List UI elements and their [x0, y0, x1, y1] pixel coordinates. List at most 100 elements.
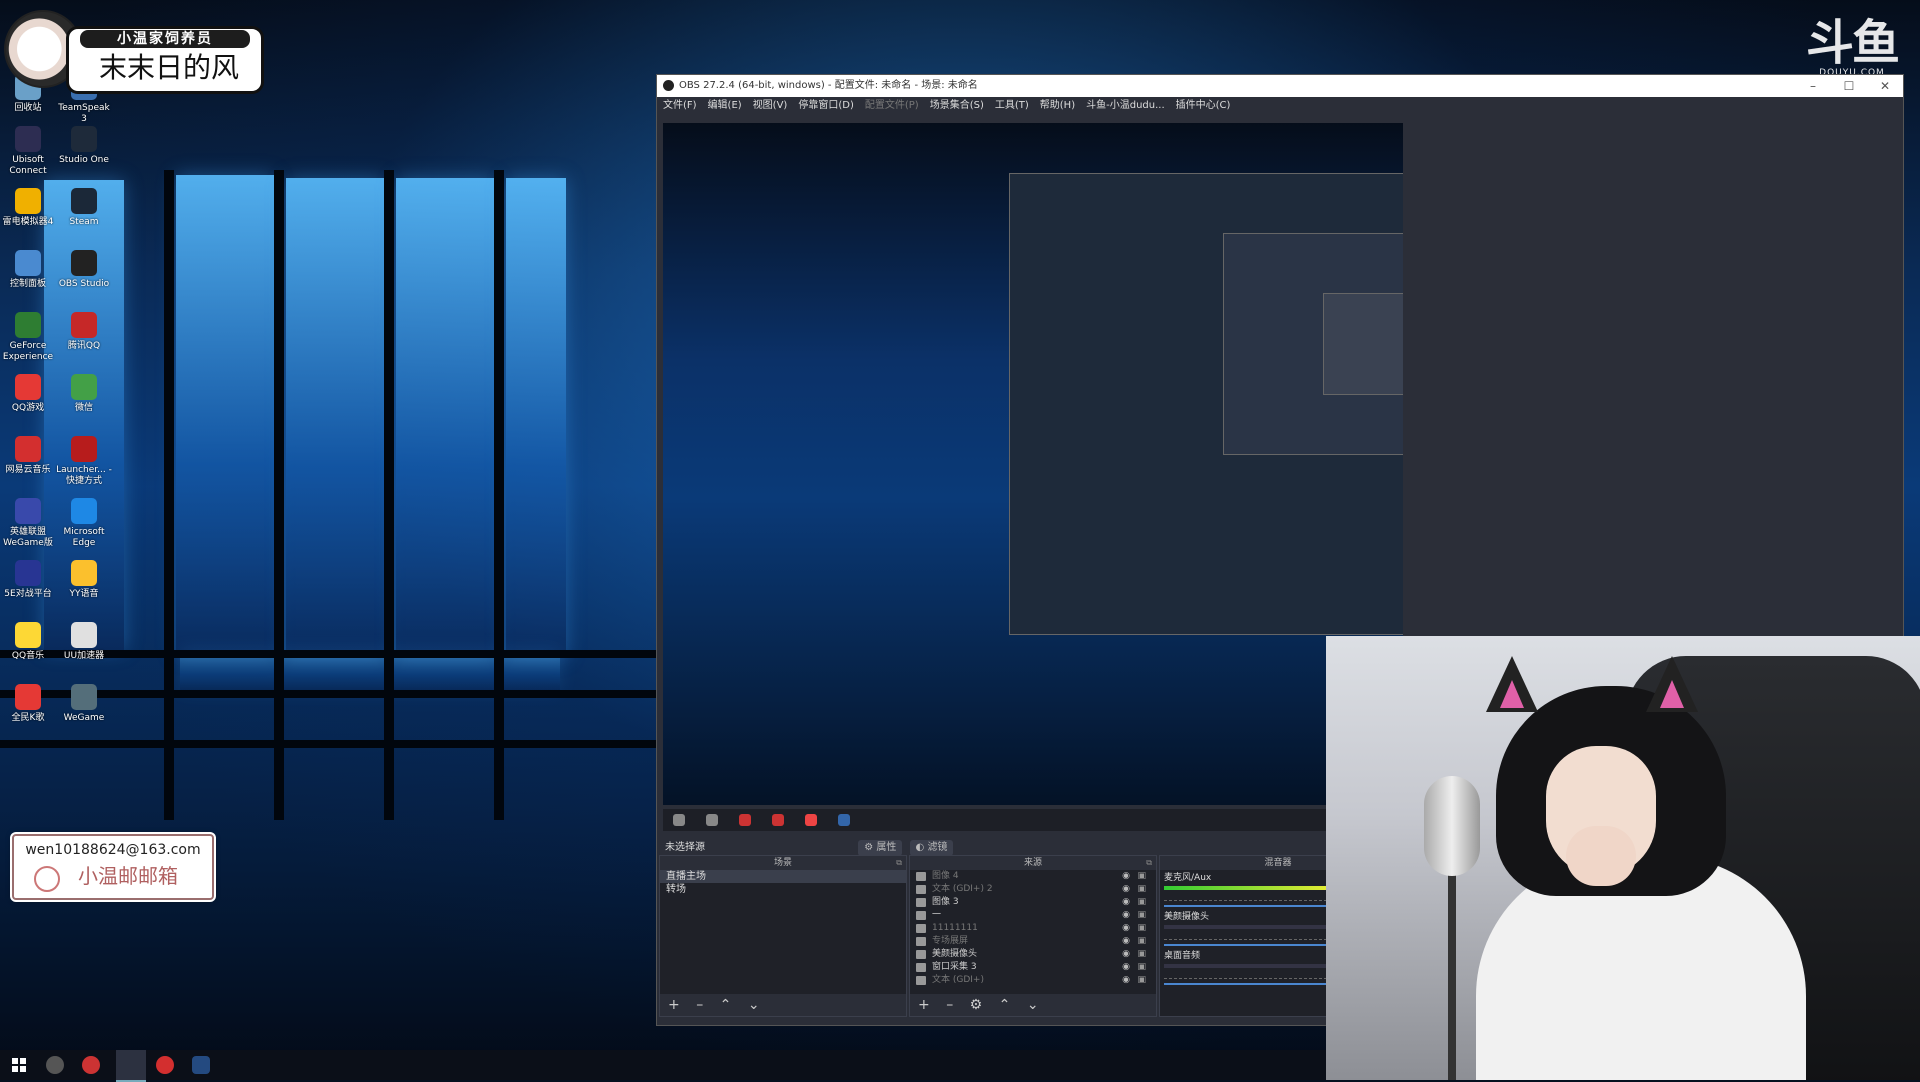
menu-item[interactable]: 工具(T): [995, 100, 1029, 111]
lock-icon[interactable]: ▣: [1137, 935, 1146, 948]
source-item[interactable]: 图像 3 ◉ ▣: [910, 896, 1156, 909]
app-taskbar-icon[interactable]: [82, 1056, 100, 1074]
desktop-icon[interactable]: YY语音: [56, 560, 112, 600]
scene-item[interactable]: 转场: [660, 883, 906, 896]
filters-label: 滤镜: [927, 842, 948, 853]
desktop-icon[interactable]: 网易云音乐: [0, 436, 56, 476]
properties-button[interactable]: ⚙ 属性: [858, 840, 903, 856]
app-icon: [15, 250, 41, 276]
desktop-icon[interactable]: Launcher... - 快捷方式: [56, 436, 112, 487]
toolbar-icon[interactable]: [805, 814, 818, 826]
remove-source-icon[interactable]: –: [946, 997, 953, 1013]
eye-icon[interactable]: ◉: [1122, 896, 1130, 909]
studio-one-taskbar-icon[interactable]: [192, 1056, 210, 1074]
menu-item[interactable]: 斗鱼-小温dudu...: [1086, 100, 1165, 111]
desktop-icon[interactable]: 雷电模拟器4: [0, 188, 56, 228]
desktop-icon[interactable]: 5E对战平台: [0, 560, 56, 600]
lock-icon[interactable]: ▣: [1137, 870, 1146, 883]
filters-button[interactable]: ◐ 滤镜: [909, 840, 954, 856]
desktop-icon[interactable]: Ubisoft Connect: [0, 126, 56, 177]
scene-item[interactable]: 直播主场: [660, 870, 906, 883]
desktop-icon[interactable]: Studio One: [56, 126, 112, 166]
toolbar-icon[interactable]: [673, 814, 685, 826]
lock-icon[interactable]: ▣: [1137, 909, 1146, 922]
lock-icon[interactable]: ▣: [1137, 948, 1146, 961]
toolbar-icon[interactable]: [772, 814, 785, 826]
desktop-icon[interactable]: 腾讯QQ: [56, 312, 112, 352]
desktop-icon[interactable]: 全民K歌: [0, 684, 56, 724]
toolbar-icon[interactable]: [838, 814, 851, 826]
lock-icon[interactable]: ▣: [1137, 961, 1146, 974]
maximize-icon[interactable]: ☐: [1831, 75, 1867, 97]
desktop-icon-label: 网易云音乐: [5, 465, 51, 475]
move-up-icon[interactable]: ⌃: [999, 997, 1011, 1013]
close-icon[interactable]: ✕: [1867, 75, 1903, 97]
move-down-icon[interactable]: ⌄: [1027, 997, 1039, 1013]
source-item[interactable]: 美颜摄像头 ◉ ▣: [910, 948, 1156, 961]
desktop-icon[interactable]: QQ游戏: [0, 374, 56, 414]
desktop-icon-label: 全民K歌: [11, 713, 45, 723]
lock-icon[interactable]: ▣: [1137, 922, 1146, 935]
add-scene-icon[interactable]: +: [668, 997, 680, 1013]
add-source-icon[interactable]: +: [918, 997, 930, 1013]
eye-icon[interactable]: ◉: [1122, 961, 1130, 974]
app-icon: [71, 188, 97, 214]
lock-icon[interactable]: ▣: [1137, 883, 1146, 896]
remove-scene-icon[interactable]: –: [696, 997, 703, 1013]
app-icon: [15, 188, 41, 214]
source-item[interactable]: 窗口采集 3 ◉ ▣: [910, 961, 1156, 974]
desktop-icon[interactable]: UU加速器: [56, 622, 112, 662]
mic-stand: [1448, 866, 1456, 1080]
desktop-icon[interactable]: QQ音乐: [0, 622, 56, 662]
app-icon: [71, 622, 97, 648]
desktop-icon[interactable]: WeGame: [56, 684, 112, 724]
minimize-icon[interactable]: –: [1795, 75, 1831, 97]
lock-icon[interactable]: ▣: [1137, 974, 1146, 987]
source-item[interactable]: 11111111 ◉ ▣: [910, 922, 1156, 935]
menu-item[interactable]: 编辑(E): [708, 100, 742, 111]
obs-taskbar-icon[interactable]: [46, 1056, 64, 1074]
desktop-icon[interactable]: Steam: [56, 188, 112, 228]
menu-item[interactable]: 视图(V): [753, 100, 788, 111]
gear-icon[interactable]: ⚙: [970, 997, 983, 1013]
eye-icon[interactable]: ◉: [1122, 909, 1130, 922]
menu-item[interactable]: 插件中心(C): [1176, 100, 1231, 111]
source-label: 图像 3: [932, 897, 959, 907]
windows-start-icon[interactable]: [10, 1056, 28, 1074]
douyu-logo: 斗鱼 DOUYU.COM: [1806, 18, 1900, 78]
obs-preview[interactable]: [663, 123, 1403, 805]
move-down-icon[interactable]: ⌄: [748, 997, 760, 1013]
source-item[interactable]: 文本 (GDI+) 2 ◉ ▣: [910, 883, 1156, 896]
pin-icon[interactable]: ⧉: [1146, 856, 1152, 870]
eye-icon[interactable]: ◉: [1122, 870, 1130, 883]
menu-item[interactable]: 文件(F): [663, 100, 697, 111]
source-item[interactable]: 一 ◉ ▣: [910, 909, 1156, 922]
menu-item[interactable]: 停靠窗口(D): [798, 100, 854, 111]
desktop-icon-label: TeamSpeak 3: [58, 103, 110, 124]
menu-item[interactable]: 帮助(H): [1040, 100, 1075, 111]
lock-icon[interactable]: ▣: [1137, 896, 1146, 909]
eye-icon[interactable]: ◉: [1122, 935, 1130, 948]
desktop-icon[interactable]: Microsoft Edge: [56, 498, 112, 549]
obs-titlebar[interactable]: OBS 27.2.4 (64-bit, windows) - 配置文件: 未命名…: [657, 75, 1903, 97]
move-up-icon[interactable]: ⌃: [720, 997, 732, 1013]
pin-icon[interactable]: ⧉: [896, 856, 902, 870]
eye-icon[interactable]: ◉: [1122, 922, 1130, 935]
menu-item[interactable]: 配置文件(P): [865, 100, 919, 111]
source-item[interactable]: 专场展屏 ◉ ▣: [910, 935, 1156, 948]
eye-icon[interactable]: ◉: [1122, 974, 1130, 987]
desktop-icon[interactable]: 英雄联盟WeGame版: [0, 498, 56, 549]
eye-icon[interactable]: ◉: [1122, 883, 1130, 896]
netease-music-taskbar-icon[interactable]: [156, 1056, 174, 1074]
desktop-icon[interactable]: 微信: [56, 374, 112, 414]
toolbar-icon[interactable]: [706, 814, 719, 826]
source-item[interactable]: 图像 4 ◉ ▣: [910, 870, 1156, 883]
desktop-icon[interactable]: OBS Studio: [56, 250, 112, 290]
eye-icon[interactable]: ◉: [1122, 948, 1130, 961]
toolbar-icon[interactable]: [739, 814, 752, 826]
desktop-icon[interactable]: 控制面板: [0, 250, 56, 290]
source-item[interactable]: 文本 (GDI+) ◉ ▣: [910, 974, 1156, 987]
active-taskbar-icon[interactable]: [116, 1050, 146, 1082]
desktop-icon[interactable]: GeForce Experience: [0, 312, 56, 363]
menu-item[interactable]: 场景集合(S): [930, 100, 984, 111]
